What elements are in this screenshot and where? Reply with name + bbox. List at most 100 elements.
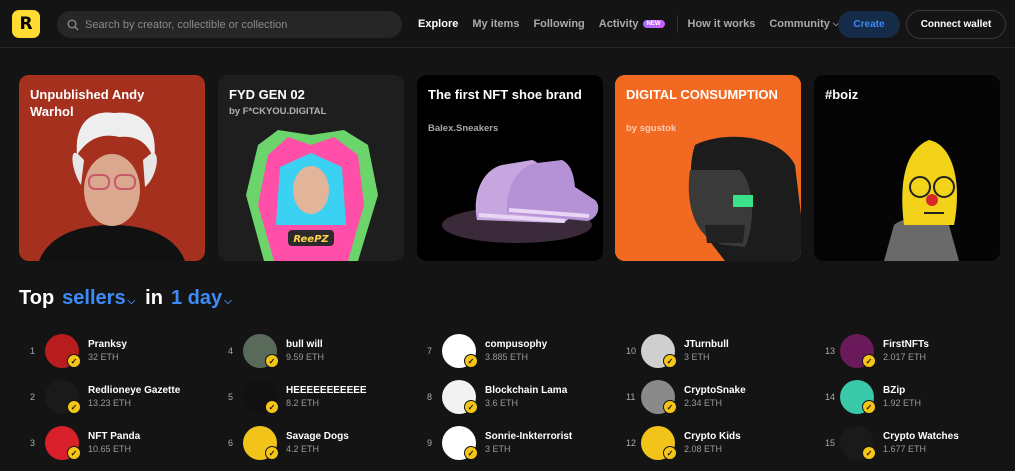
- verified-badge-icon: ✓: [663, 354, 677, 368]
- verified-badge-icon: ✓: [265, 354, 279, 368]
- seller-rank: 15: [825, 438, 836, 448]
- seller-name[interactable]: Redlioneye Gazette: [88, 385, 180, 396]
- seller-item[interactable]: 12 ✓ Crypto Kids 2.08 ETH: [626, 426, 816, 462]
- seller-item[interactable]: 9 ✓ Sonrie-Inkterrorist 3 ETH: [427, 426, 617, 462]
- seller-item[interactable]: 10 ✓ JTurnbull 3 ETH: [626, 334, 816, 370]
- verified-badge-icon: ✓: [663, 400, 677, 414]
- card-subtitle: Balex.Sneakers: [428, 123, 499, 134]
- seller-eth: 3.885 ETH: [485, 352, 529, 362]
- seller-rank: 10: [626, 346, 637, 356]
- nav-following[interactable]: Following: [533, 18, 584, 30]
- seller-name[interactable]: BZip: [883, 385, 905, 396]
- top-nav: R Explore My items Following ActivityNEW…: [0, 0, 1015, 48]
- seller-item[interactable]: 5 ✓ HEEEEEEEEEEE 8.2 ETH: [228, 380, 418, 416]
- seller-item[interactable]: 6 ✓ Savage Dogs 4.2 ETH: [228, 426, 418, 462]
- featured-card-boiz[interactable]: #boiz: [814, 75, 1000, 261]
- verified-badge-icon: ✓: [663, 446, 677, 460]
- seller-name[interactable]: compusophy: [485, 339, 547, 350]
- seller-name[interactable]: Savage Dogs: [286, 431, 349, 442]
- chevron-down-icon: ⌵: [224, 296, 232, 307]
- featured-card-fyd[interactable]: FYD GEN 02 by F*CKYOU.DIGITAL ReePZ: [218, 75, 404, 261]
- chevron-down-icon: ⌵: [127, 296, 136, 307]
- verified-badge-icon: ✓: [67, 400, 81, 414]
- nav-how-it-works-label: How it works: [687, 17, 756, 30]
- connect-wallet-button[interactable]: Connect wallet: [906, 10, 1006, 39]
- verified-badge-icon: ✓: [464, 354, 478, 368]
- new-badge: NEW: [642, 19, 665, 28]
- verified-badge-icon: ✓: [862, 446, 876, 460]
- period-dropdown[interactable]: 1 day: [171, 287, 222, 310]
- verified-badge-icon: ✓: [862, 354, 876, 368]
- card-title: FYD GEN 02: [229, 87, 305, 102]
- nav-divider: [676, 14, 678, 33]
- search-input[interactable]: [85, 18, 385, 31]
- seller-item[interactable]: 7 ✓ compusophy 3.885 ETH: [427, 334, 617, 370]
- card-title: Unpublished Andy Warhol: [30, 87, 145, 119]
- seller-name[interactable]: CryptoSnake: [684, 385, 746, 396]
- nav-my-items[interactable]: My items: [472, 18, 519, 30]
- seller-eth: 1.92 ETH: [883, 398, 922, 408]
- seller-item[interactable]: 14 ✓ BZip 1.92 ETH: [825, 380, 1015, 416]
- featured-card-warhol[interactable]: Unpublished Andy Warhol: [19, 75, 205, 261]
- verified-badge-icon: ✓: [862, 400, 876, 414]
- seller-name[interactable]: Crypto Watches: [883, 431, 959, 442]
- seller-eth: 32 ETH: [88, 352, 119, 362]
- seller-item[interactable]: 8 ✓ Blockchain Lama 3.6 ETH: [427, 380, 617, 416]
- seller-rank: 12: [626, 438, 637, 448]
- card-title: #boiz: [825, 87, 859, 102]
- seller-rank: 2: [30, 392, 36, 402]
- seller-rank: 6: [228, 438, 234, 448]
- seller-eth: 2.08 ETH: [684, 444, 723, 454]
- nav-links: Explore My items Following Activity NEW H…: [418, 0, 853, 47]
- featured-card-digital-consumption[interactable]: DIGITAL CONSUMPTION by sgustok: [615, 75, 801, 261]
- seller-item[interactable]: 1 ✓ Pranksy 32 ETH: [30, 334, 220, 370]
- verified-badge-icon: ✓: [265, 446, 279, 460]
- nav-explore-label: Explore: [418, 17, 459, 30]
- seller-name[interactable]: HEEEEEEEEEEE: [286, 385, 367, 396]
- nav-my-items-label: My items: [472, 17, 520, 30]
- card-title: The first NFT shoe brand: [428, 87, 582, 102]
- search-icon: [67, 19, 79, 30]
- seller-eth: 3 ETH: [684, 352, 710, 362]
- featured-card-shoe[interactable]: The first NFT shoe brand Balex.Sneakers: [417, 75, 603, 261]
- seller-name[interactable]: NFT Panda: [88, 431, 140, 442]
- rarible-logo[interactable]: R: [12, 10, 40, 38]
- search-bar[interactable]: [57, 11, 402, 38]
- seller-item[interactable]: 15 ✓ Crypto Watches 1.677 ETH: [825, 426, 1015, 462]
- seller-item[interactable]: 2 ✓ Redlioneye Gazette 13.23 ETH: [30, 380, 220, 416]
- seller-name[interactable]: FirstNFTs: [883, 339, 929, 350]
- seller-name[interactable]: Crypto Kids: [684, 431, 741, 442]
- nav-activity[interactable]: Activity NEW: [599, 18, 665, 30]
- seller-eth: 2.34 ETH: [684, 398, 723, 408]
- nav-how-it-works[interactable]: How it works: [688, 18, 756, 30]
- seller-eth: 3 ETH: [485, 444, 511, 454]
- seller-item[interactable]: 3 ✓ NFT Panda 10.65 ETH: [30, 426, 220, 462]
- seller-eth: 10.65 ETH: [88, 444, 132, 454]
- seller-rank: 3: [30, 438, 36, 448]
- verified-badge-icon: ✓: [464, 400, 478, 414]
- seller-name[interactable]: Sonrie-Inkterrorist: [485, 431, 572, 442]
- sellers-dropdown[interactable]: sellers: [62, 287, 125, 310]
- seller-rank: 9: [427, 438, 433, 448]
- seller-item[interactable]: 4 ✓ bull will 9.59 ETH: [228, 334, 418, 370]
- nav-community-label: Community: [769, 17, 830, 30]
- verified-badge-icon: ✓: [464, 446, 478, 460]
- nav-explore[interactable]: Explore: [418, 18, 458, 30]
- seller-rank: 11: [626, 392, 636, 402]
- seller-name[interactable]: bull will: [286, 339, 323, 350]
- verified-badge-icon: ✓: [265, 400, 279, 414]
- seller-name[interactable]: Blockchain Lama: [485, 385, 567, 396]
- card-subtitle: by F*CKYOU.DIGITAL: [229, 106, 327, 117]
- seller-rank: 4: [228, 346, 234, 356]
- seller-item[interactable]: 11 ✓ CryptoSnake 2.34 ETH: [626, 380, 816, 416]
- seller-item[interactable]: 13 ✓ FirstNFTs 2.017 ETH: [825, 334, 1015, 370]
- seller-name[interactable]: Pranksy: [88, 339, 127, 350]
- title-mid: in: [145, 287, 163, 309]
- seller-rank: 5: [228, 392, 234, 402]
- nav-community[interactable]: Community ⌵: [769, 18, 839, 30]
- card-title: DIGITAL CONSUMPTION: [626, 87, 778, 102]
- seller-name[interactable]: JTurnbull: [684, 339, 729, 350]
- seller-eth: 1.677 ETH: [883, 444, 927, 454]
- create-button[interactable]: Create: [838, 11, 900, 38]
- seller-eth: 3.6 ETH: [485, 398, 519, 408]
